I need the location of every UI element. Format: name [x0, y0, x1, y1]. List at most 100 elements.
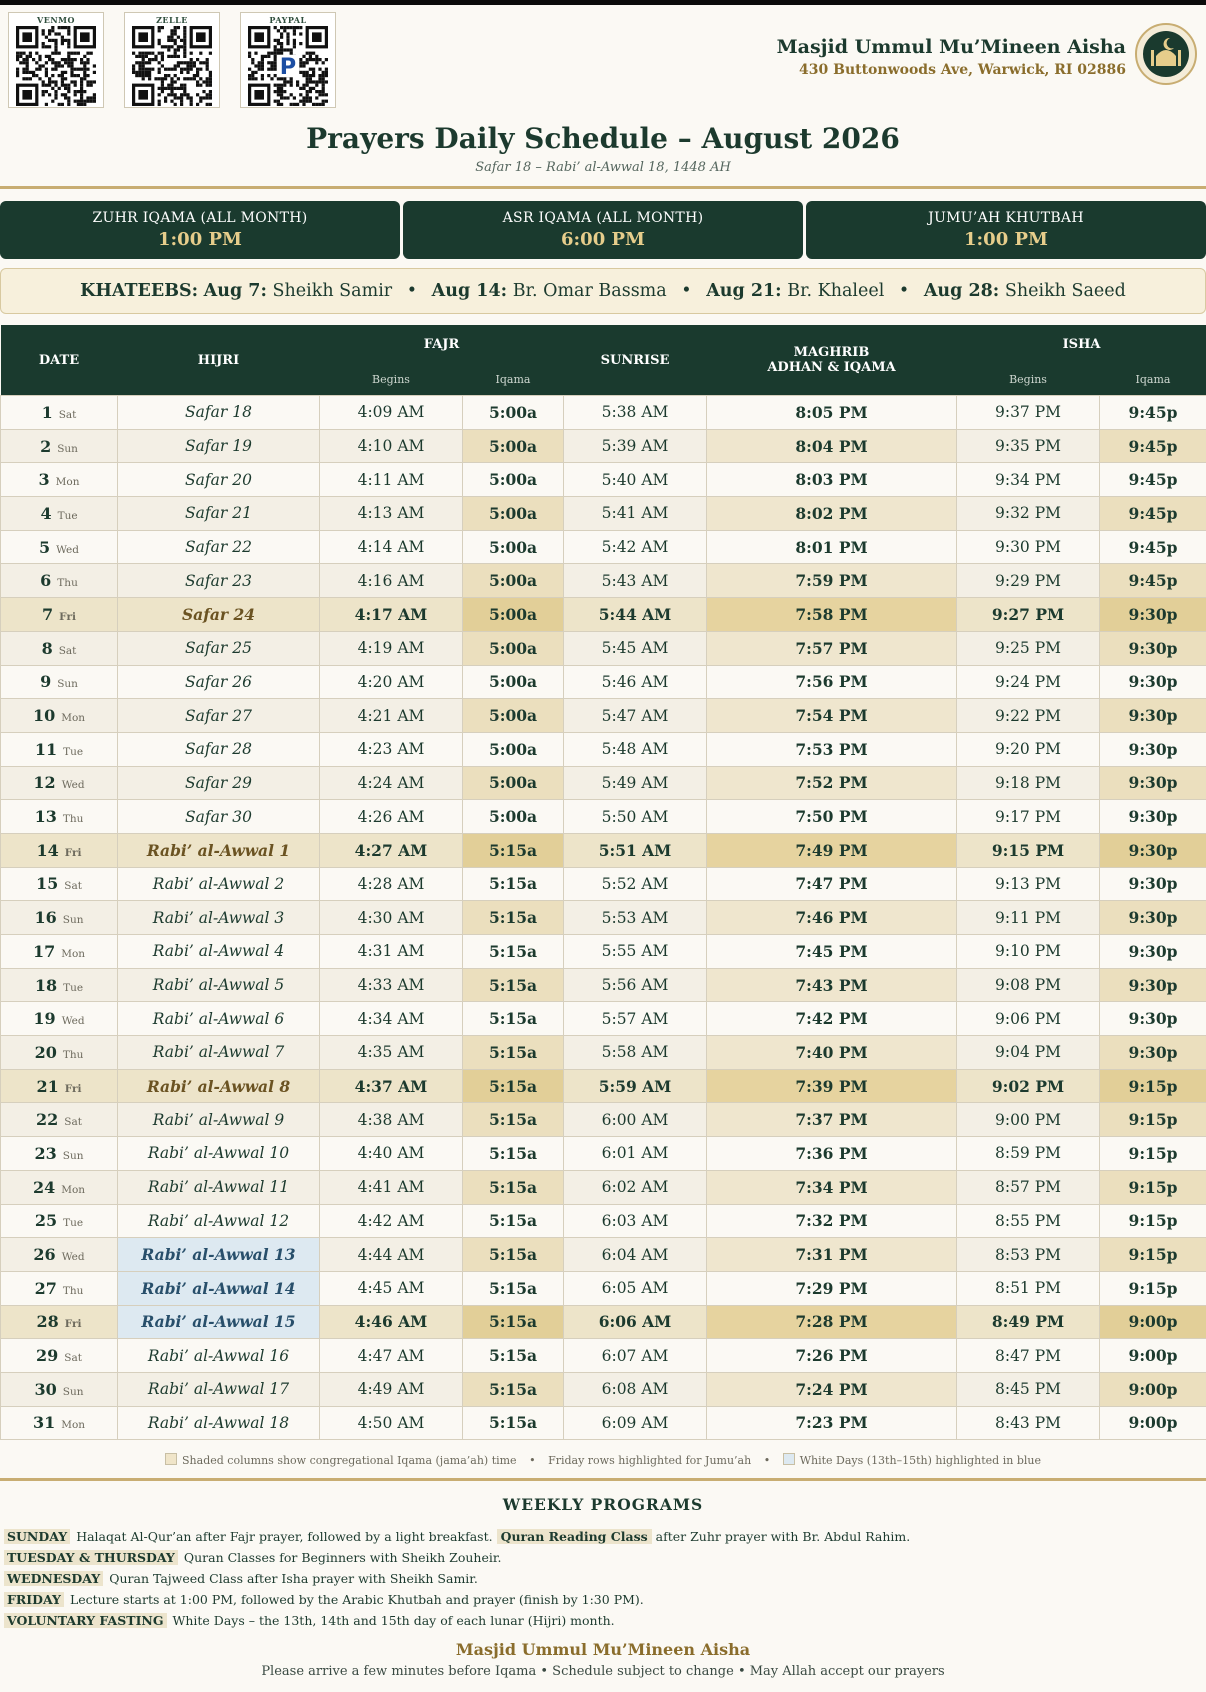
- jumuah-card: JUMU’AH KHUTBAH 1:00 PM: [806, 201, 1206, 259]
- isha-begins-cell: 9:15 PM: [956, 832, 1101, 868]
- date-cell: 14 Fri: [0, 832, 118, 868]
- sunrise-cell: 5:40 AM: [563, 462, 708, 498]
- maghrib-cell: 7:42 PM: [706, 1001, 958, 1037]
- fajr-iqama-cell: 5:00a: [461, 731, 565, 767]
- day-number: 11: [34, 739, 58, 759]
- fajr-iqama-cell: 5:15a: [461, 866, 565, 902]
- day-number: 9: [40, 672, 52, 692]
- table-row: 29 Sat Rabi’ al-Awwal 16 4:47 AM 5:15a 6:07 A…: [0, 1338, 1206, 1373]
- isha-begins-cell: 8:43 PM: [956, 1405, 1101, 1441]
- fajr-iqama-cell: 5:15a: [461, 1304, 565, 1340]
- fajr-begins-cell: 4:31 AM: [319, 934, 463, 969]
- hijri-cell: Rabi’ al-Awwal 18: [117, 1405, 320, 1441]
- isha-begins-cell: 9:06 PM: [956, 1001, 1101, 1037]
- date-cell: 4 Tue: [0, 496, 118, 531]
- program-friday: FRIDAY Lecture starts at 1:00 PM, followe…: [4, 1589, 1194, 1610]
- day-number: 31: [32, 1413, 56, 1433]
- fajr-begins-cell: 4:24 AM: [319, 765, 463, 801]
- page-subtitle: Safar 18 – Rabi’ al-Awwal 18, 1448 AH: [475, 160, 731, 175]
- sunrise-cell: 6:04 AM: [563, 1237, 708, 1272]
- card-value: 1:00 PM: [158, 229, 242, 250]
- maghrib-cell: 7:31 PM: [706, 1237, 958, 1272]
- program-day: VOLUNTARY FASTING: [4, 1613, 167, 1628]
- legend-white-days: White Days (13th–15th) highlighted in bl…: [799, 1454, 1041, 1467]
- weekday: Mon: [61, 1183, 86, 1196]
- day-number: 24: [32, 1177, 56, 1197]
- sunrise-cell: 6:00 AM: [563, 1102, 708, 1138]
- fajr-iqama-cell: 5:15a: [461, 934, 565, 969]
- schedule-body: 1 Sat Safar 18 4:09 AM 5:00a 5:38 AM 8:05 PM 9:…: [0, 395, 1206, 1441]
- card-label: ASR IQAMA (ALL MONTH): [502, 210, 704, 226]
- fajr-begins-cell: 4:46 AM: [319, 1304, 463, 1340]
- day-number: 25: [34, 1211, 58, 1231]
- isha-iqama-cell: 9:15p: [1099, 1169, 1206, 1205]
- isha-iqama-cell: 9:30p: [1099, 900, 1206, 935]
- isha-iqama-cell: 9:45p: [1099, 395, 1206, 430]
- svg-text:P: P: [280, 54, 296, 80]
- sunrise-cell: 5:39 AM: [563, 428, 708, 464]
- weekday: Sat: [58, 408, 77, 421]
- date-cell: 17 Mon: [0, 934, 118, 969]
- fajr-begins-cell: 4:44 AM: [319, 1237, 463, 1272]
- venmo-qr[interactable]: VENMO: [8, 12, 104, 108]
- weekly-programs: SUNDAY Halaqat Al-Qur’an after Fajr praye…: [4, 1526, 1194, 1631]
- date-cell: 26 Wed: [0, 1237, 118, 1272]
- bullet: •: [763, 1454, 771, 1467]
- fajr-iqama-cell: 5:15a: [461, 1203, 565, 1239]
- weekday: Fri: [64, 1082, 82, 1095]
- isha-begins-cell: 9:00 PM: [956, 1102, 1101, 1138]
- sunrise-cell: 5:59 AM: [563, 1068, 708, 1104]
- maghrib-cell: 7:50 PM: [706, 799, 958, 834]
- fajr-begins-cell: 4:10 AM: [319, 428, 463, 464]
- card-value: 1:00 PM: [964, 229, 1048, 250]
- header-maghrib-title: MAGHRIB: [793, 345, 870, 360]
- fajr-iqama-cell: 5:00a: [461, 395, 565, 430]
- sunrise-cell: 6:06 AM: [563, 1304, 708, 1340]
- date-cell: 8 Sat: [0, 630, 118, 666]
- maghrib-cell: 8:05 PM: [706, 395, 958, 430]
- khateeb-name: Sheikh Samir: [272, 281, 393, 301]
- isha-begins-cell: 9:37 PM: [956, 395, 1101, 430]
- bullet: •: [529, 1454, 536, 1467]
- maghrib-cell: 7:58 PM: [706, 597, 958, 632]
- isha-begins-cell: 9:35 PM: [956, 428, 1101, 464]
- program-wednesday: WEDNESDAY Quran Tajweed Class after Isha …: [4, 1568, 1194, 1589]
- isha-iqama-cell: 9:00p: [1099, 1405, 1206, 1441]
- isha-begins-cell: 8:55 PM: [956, 1203, 1101, 1239]
- day-number: 13: [34, 807, 57, 827]
- bullet: •: [898, 281, 910, 301]
- khateeb-name: Sheikh Saeed: [1004, 281, 1126, 301]
- table-row: 23 Sun Rabi’ al-Awwal 10 4:40 AM 5:15a 6:01 A…: [0, 1136, 1206, 1171]
- fajr-begins-cell: 4:38 AM: [319, 1102, 463, 1138]
- zelle-qr[interactable]: ZELLE: [124, 12, 220, 108]
- isha-begins-cell: 9:34 PM: [956, 462, 1101, 498]
- fajr-begins-cell: 4:42 AM: [319, 1203, 463, 1239]
- fajr-begins-cell: 4:13 AM: [319, 496, 463, 531]
- program-highlight: Quran Reading Class: [496, 1529, 652, 1544]
- table-legend: Shaded columns show congregational Iqama…: [0, 1453, 1206, 1467]
- program-text: Quran Tajweed Class after Isha prayer wi…: [109, 1571, 478, 1586]
- fajr-begins-cell: 4:21 AM: [319, 698, 463, 733]
- sunrise-cell: 6:08 AM: [563, 1371, 708, 1407]
- fajr-iqama-cell: 5:00a: [461, 664, 565, 700]
- isha-iqama-cell: 9:30p: [1099, 698, 1206, 733]
- paypal-qr[interactable]: PAYPAL P: [240, 12, 336, 108]
- legend-friday: Friday rows highlighted for Jumu’ah: [548, 1454, 752, 1467]
- isha-begins-cell: 9:04 PM: [956, 1035, 1101, 1070]
- fajr-begins-cell: 4:35 AM: [319, 1035, 463, 1070]
- date-cell: 13 Thu: [0, 799, 118, 834]
- weekday: Sun: [62, 914, 84, 927]
- isha-begins-cell: 9:02 PM: [956, 1068, 1101, 1104]
- isha-iqama-cell: 9:15p: [1099, 1203, 1206, 1239]
- isha-iqama-cell: 9:15p: [1099, 1136, 1206, 1171]
- day-number: 28: [36, 1312, 59, 1332]
- isha-iqama-cell: 9:30p: [1099, 664, 1206, 700]
- isha-begins-cell: 9:11 PM: [956, 900, 1101, 935]
- table-row: 16 Sun Rabi’ al-Awwal 3 4:30 AM 5:15a 5:53 AM…: [0, 900, 1206, 935]
- weekday: Sat: [58, 644, 77, 657]
- isha-iqama-cell: 9:00p: [1099, 1304, 1206, 1340]
- fajr-iqama-cell: 5:15a: [461, 1405, 565, 1441]
- maghrib-cell: 7:28 PM: [706, 1304, 958, 1340]
- date-cell: 25 Tue: [0, 1203, 118, 1239]
- isha-begins-cell: 9:22 PM: [956, 698, 1101, 733]
